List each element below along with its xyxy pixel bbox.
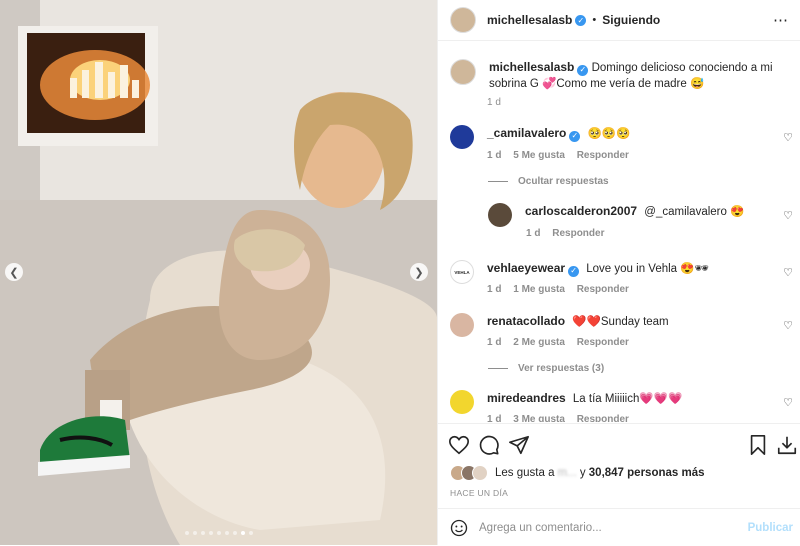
comments-list[interactable]: michellesalasb ✓ Domingo delicioso conoci… [438,41,800,422]
comment-item: _camilavalero ✓ 🥺🥺🥺 [450,125,631,149]
comment-item: miredeandres La tía Miiiiich💗💗💗 [450,390,682,414]
carousel-dot [185,531,189,535]
comment-text: La tía Miiiiich💗💗💗 [572,393,683,405]
comment-text: @_camilavalero 😍 [644,206,745,218]
reply-button[interactable]: Responder [577,150,629,161]
heart-icon[interactable] [448,434,470,456]
comment-likes[interactable]: 2 Me gusta [513,337,565,348]
header-separator: • [592,14,597,26]
carousel-dot [249,531,253,535]
hide-replies-label: Ocultar respuestas [518,176,609,187]
comment-meta: 1 d 3 Me gusta Responder [487,414,638,422]
comment-time: 1 d [487,150,502,161]
post-comment-button[interactable]: Publicar [748,522,793,534]
post-photo: ❮ ❯ [0,0,437,545]
comment-text: ❤️❤️Sunday team [572,316,669,328]
carousel-dot-active [241,531,245,535]
download-icon[interactable] [776,434,798,456]
comment-icon[interactable] [478,434,500,456]
carousel-dot [217,531,221,535]
comment-meta: 1 d 2 Me gusta Responder [487,337,638,348]
likes-connector: y [576,467,589,479]
emoji-icon[interactable] [450,519,468,537]
likes-count[interactable]: 30,847 personas más [589,467,705,479]
liker-name[interactable]: m... [557,467,576,479]
view-replies-button[interactable]: Ver respuestas (3) [488,363,604,374]
commenter-avatar[interactable]: VEHLA [450,260,474,284]
share-icon[interactable] [508,434,530,456]
comment-time: 1 d [526,228,541,239]
view-replies-label: Ver respuestas (3) [518,363,605,374]
commenter-avatar[interactable] [450,390,474,414]
author-avatar[interactable] [450,7,476,33]
comment-meta: 1 d 5 Me gusta Responder [487,150,638,161]
commenter-avatar[interactable] [450,125,474,149]
like-comment-heart-icon[interactable]: ♡ [783,319,793,332]
comment-meta: 1 d 1 Me gusta Responder [487,284,638,295]
carousel-dots [185,531,253,535]
likes-prefix: Les gusta a [495,467,555,479]
comment-time: 1 d [487,414,502,422]
caption-body: michellesalasb ✓ Domingo delicioso conoci… [489,59,789,92]
carousel-dot [201,531,205,535]
post-side-panel: michellesalasb ✓ • Siguiendo ⋯ michelles… [437,0,800,545]
commenter-username[interactable]: _camilavalero [487,126,566,140]
previous-photo-button[interactable]: ❮ [5,263,23,281]
reply-item: carloscalderon2007 @_camilavalero 😍 [488,203,744,227]
carousel-dot [233,531,237,535]
verified-badge-icon: ✓ [575,14,587,26]
hide-replies-button[interactable]: Ocultar respuestas [488,176,609,187]
comment-time: 1 d [487,284,502,295]
ellipsis-icon[interactable]: ⋯ [773,11,789,29]
like-comment-heart-icon[interactable]: ♡ [783,209,793,222]
save-bookmark-icon[interactable] [747,434,769,456]
commenter-avatar[interactable] [450,313,474,337]
commenter-avatar[interactable] [488,203,512,227]
commenter-username[interactable]: miredeandres [487,391,566,405]
reply-button[interactable]: Responder [577,284,629,295]
caption-username[interactable]: michellesalasb [489,60,574,74]
commenter-username[interactable]: carloscalderon2007 [525,204,637,218]
reply-button[interactable]: Responder [552,228,604,239]
reply-button[interactable]: Responder [577,414,629,422]
caption-time: 1 d [487,97,501,108]
following-status[interactable]: Siguiendo [602,13,660,27]
post-header: michellesalasb ✓ • Siguiendo ⋯ [438,0,800,41]
reply-button[interactable]: Responder [577,337,629,348]
comment-likes[interactable]: 3 Me gusta [513,414,565,422]
comment-text: 🥺🥺🥺 [587,128,631,140]
comment-input[interactable]: Agrega un comentario... [479,522,602,534]
comment-item: VEHLA vehlaeyewear ✓ Love you in Vehla 😍🕶 [450,260,709,284]
photo-illustration [0,0,437,545]
commenter-username[interactable]: vehlaeyewear [487,261,565,275]
likes-summary[interactable]: Les gusta a m... y 30,847 personas más [450,465,705,481]
comment-likes[interactable]: 5 Me gusta [513,150,565,161]
like-comment-heart-icon[interactable]: ♡ [783,396,793,409]
post-actions [438,423,800,464]
comment-time: 1 d [487,337,502,348]
comment-meta: 1 d Responder [526,228,613,239]
post-timestamp[interactable]: HACE UN DÍA [450,488,508,498]
verified-badge-icon: ✓ [577,64,589,76]
like-comment-heart-icon[interactable]: ♡ [783,266,793,279]
add-comment-bar: Agrega un comentario... Publicar [438,508,800,546]
carousel-dot [193,531,197,535]
verified-badge-icon: ✓ [568,265,580,277]
carousel-dot [209,531,213,535]
replies-divider [488,368,508,369]
author-username[interactable]: michellesalasb [487,13,572,27]
carousel-dot [225,531,229,535]
comment-likes[interactable]: 1 Me gusta [513,284,565,295]
comment-text: Love you in Vehla 😍🕶 [586,263,710,275]
caption: michellesalasb ✓ Domingo delicioso conoci… [450,59,789,92]
commenter-username[interactable]: renatacollado [487,314,565,328]
caption-avatar[interactable] [450,59,476,85]
comment-item: renatacollado ❤️❤️Sunday team [450,313,669,337]
verified-badge-icon: ✓ [569,130,581,142]
like-comment-heart-icon[interactable]: ♡ [783,131,793,144]
replies-divider [488,181,508,182]
liker-avatar [472,465,488,481]
next-photo-button[interactable]: ❯ [410,263,428,281]
liker-avatars [450,465,488,481]
